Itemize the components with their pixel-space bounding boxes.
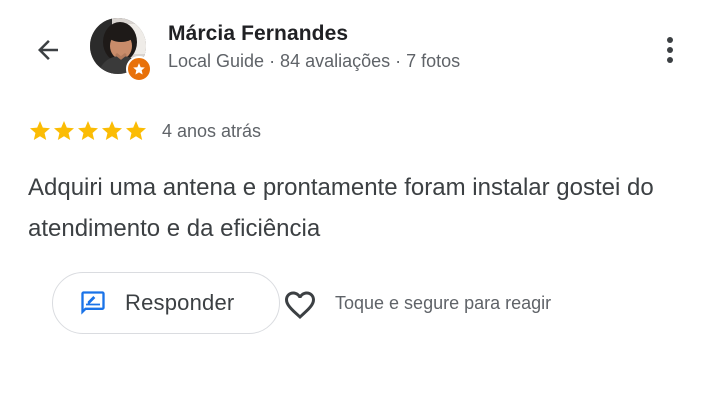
star-icon (102, 121, 122, 140)
reply-button-label: Responder (125, 290, 235, 315)
more-options-button[interactable] (650, 28, 690, 72)
star-icon (30, 121, 50, 140)
star-icon (78, 121, 98, 140)
react-button[interactable] (280, 285, 320, 325)
rate-review-icon (81, 291, 105, 315)
reviewer-meta: Local Guide · 84 avaliações · 7 fotos (168, 51, 461, 71)
star-icon (126, 121, 146, 140)
more-vert-icon (667, 37, 673, 63)
react-hint: Toque e segure para reagir (335, 293, 552, 313)
star-rating (28, 119, 148, 143)
reply-button[interactable]: Responder (52, 272, 280, 334)
back-button[interactable] (28, 30, 68, 70)
review-time: 4 anos atrás (162, 120, 262, 141)
local-guide-badge (126, 56, 152, 82)
review-text: Adquiri uma antena e prontamente foram i… (28, 174, 654, 242)
reviewer-name[interactable]: Márcia Fernandes (168, 22, 348, 46)
arrow-back-icon (38, 40, 58, 60)
star-icon (54, 121, 74, 140)
reviewer-avatar-container[interactable] (90, 18, 152, 82)
local-guide-star-icon (133, 63, 145, 75)
rating-row: 4 anos atrás (28, 119, 261, 143)
heart-outline-icon (285, 291, 315, 320)
